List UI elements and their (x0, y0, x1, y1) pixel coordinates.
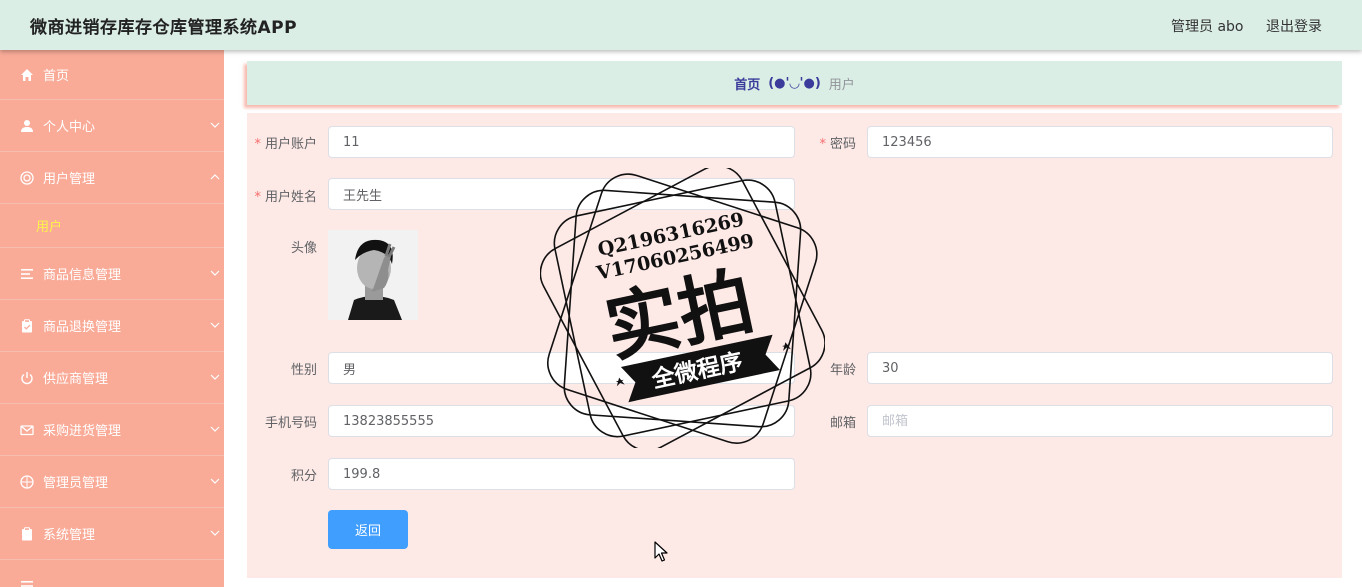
sidebar-item-profile[interactable]: 个人中心 (0, 100, 224, 152)
app-title: 微商进销存库存仓库管理系统APP (30, 18, 298, 38)
breadcrumb-home[interactable]: 首页 (734, 74, 760, 93)
chevron-down-icon (210, 530, 220, 536)
back-button[interactable]: 返回 (328, 510, 408, 549)
chevron-down-icon (210, 322, 220, 328)
sidebar-item-label: 系统管理 (43, 528, 96, 543)
sidebar-item-label: 商品退换管理 (43, 320, 122, 335)
breadcrumb: 首页 (●'◡'●) 用户 (247, 61, 1342, 105)
list-icon (20, 579, 34, 587)
chevron-down-icon (210, 270, 220, 276)
breadcrumb-current: 用户 (828, 77, 855, 93)
gender-input[interactable] (328, 352, 795, 384)
chevron-down-icon (210, 426, 220, 432)
sidebar-item-home[interactable]: 首页 (0, 50, 224, 100)
sidebar-item-label: 个人中心 (43, 120, 96, 135)
name-input[interactable] (328, 178, 795, 210)
clipboard-icon (20, 526, 34, 541)
sidebar: 首页 个人中心 用户管理 用户 商品信息管理 商品退换管理 供应商管理 采购进货… (0, 50, 224, 587)
sidebar-item-label: 供应商管理 (43, 372, 109, 387)
sidebar-item-product-info[interactable]: 商品信息管理 (0, 248, 224, 300)
sidebar-item-label: 商品信息管理 (43, 268, 122, 283)
sidebar-item-admin[interactable]: 管理员管理 (0, 456, 224, 508)
chevron-down-icon (210, 374, 220, 380)
email-input[interactable] (867, 405, 1333, 437)
password-input[interactable] (867, 126, 1333, 158)
sidebar-item-system[interactable]: 系统管理 (0, 508, 224, 560)
home-icon (20, 68, 34, 82)
sidebar-subitem-user[interactable]: 用户 (0, 204, 224, 248)
sidebar-item-product-return[interactable]: 商品退换管理 (0, 300, 224, 352)
power-icon (20, 371, 34, 385)
breadcrumb-separator: (●'◡'●) (768, 75, 821, 91)
sidebar-item-label: 用户管理 (43, 172, 96, 187)
logout-link[interactable]: 退出登录 (1266, 16, 1322, 36)
clipboard-icon (20, 318, 34, 333)
points-label: 积分 (290, 469, 317, 484)
mail-icon (20, 423, 34, 437)
sidebar-item-supplier[interactable]: 供应商管理 (0, 352, 224, 404)
password-label: * 密码 (819, 137, 856, 152)
compass-icon (20, 474, 34, 489)
top-header: 微商进销存库存仓库管理系统APP 管理员 abo 退出登录 (0, 0, 1362, 50)
user-icon (20, 119, 34, 133)
sidebar-subitem-label: 用户 (36, 220, 63, 235)
age-input[interactable] (867, 352, 1333, 384)
target-icon (20, 170, 34, 185)
chevron-down-icon (210, 122, 220, 128)
name-label: * 用户姓名 (254, 190, 317, 205)
gender-label: 性别 (290, 363, 317, 378)
sidebar-item-label: 管理员管理 (43, 476, 109, 491)
sidebar-item-label: 采购进货管理 (43, 424, 122, 439)
phone-input[interactable] (328, 405, 795, 437)
account-input[interactable] (328, 126, 795, 158)
list-icon (20, 267, 34, 281)
sidebar-item-user-management[interactable]: 用户管理 (0, 152, 224, 204)
phone-label: 手机号码 (264, 416, 317, 431)
sidebar-item-purchase[interactable]: 采购进货管理 (0, 404, 224, 456)
chevron-down-icon (210, 478, 220, 484)
mouse-cursor-icon (654, 541, 668, 562)
sidebar-item-partial[interactable] (0, 560, 224, 587)
account-label: * 用户账户 (254, 137, 317, 152)
email-label: 邮箱 (829, 416, 856, 431)
user-detail-form: *用户账户 *密码 *用户姓名 头像 性别 年龄 手机号码 邮箱 积分 返回 (247, 113, 1342, 578)
chevron-up-icon (210, 174, 220, 180)
age-label: 年龄 (829, 363, 856, 378)
avatar-label: 头像 (290, 241, 317, 256)
current-user: 管理员 abo (1171, 19, 1244, 35)
points-input[interactable] (328, 458, 795, 490)
sidebar-item-label: 首页 (43, 69, 70, 84)
avatar-image[interactable] (328, 230, 418, 320)
